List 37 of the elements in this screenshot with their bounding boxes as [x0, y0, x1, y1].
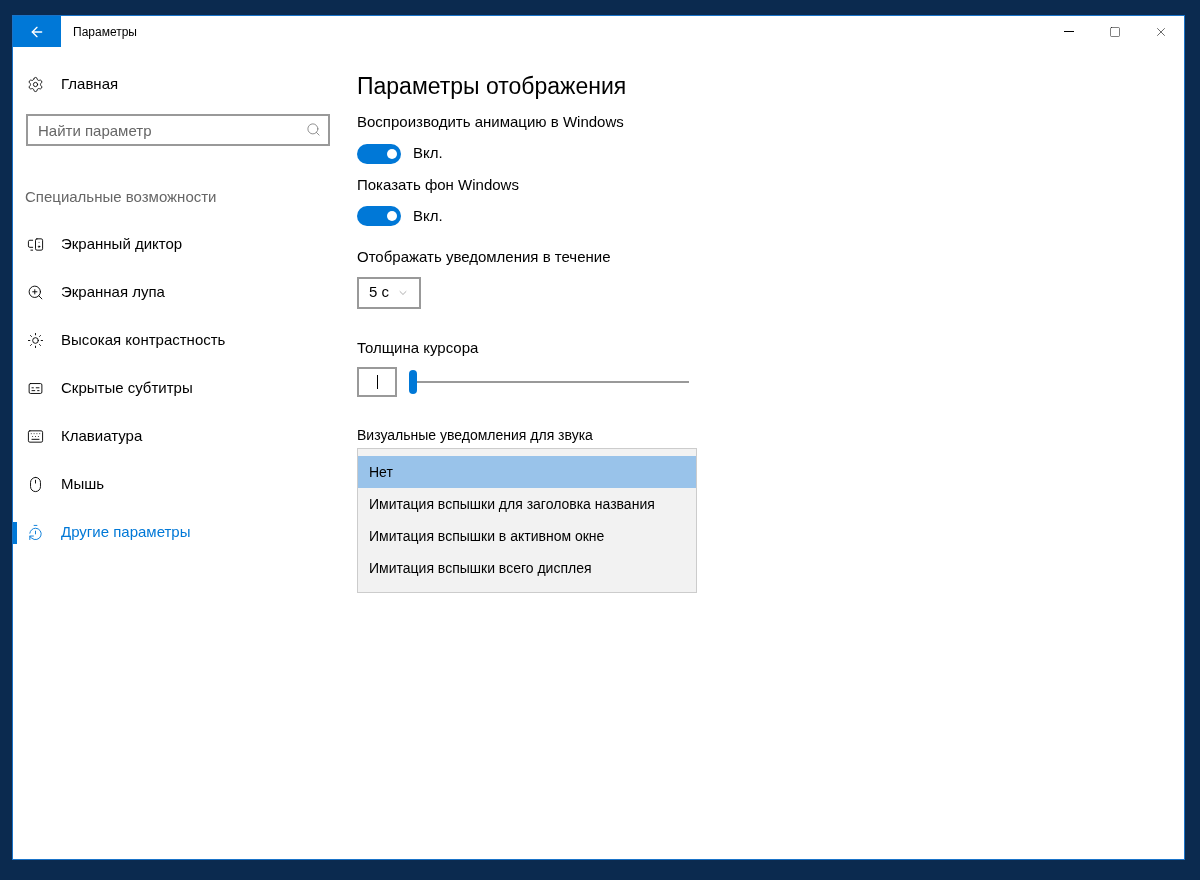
sidebar-item[interactable]: Клавиатура — [17, 425, 143, 448]
section-heading: Специальные возможности — [24, 187, 218, 207]
setting-label: Визуальные уведомления для звука — [357, 426, 594, 445]
search-field[interactable]: Найти параметр — [26, 114, 330, 146]
sidebar-item[interactable]: Экранная лупа — [17, 281, 165, 304]
toggle-switch[interactable] — [357, 143, 401, 164]
list-option[interactable]: Имитация вспышки в активном окне — [358, 520, 696, 552]
setting-label: Показать фон Windows — [357, 174, 520, 195]
toggle-state: Вкл. — [413, 205, 443, 226]
maximize-icon — [1109, 25, 1121, 38]
settings-icon — [27, 75, 44, 93]
toggle-switch[interactable] — [357, 206, 401, 226]
magnifier-icon — [27, 284, 44, 301]
list-option[interactable]: Имитация вспышки всего дисплея — [358, 552, 696, 584]
captions-icon — [27, 380, 44, 397]
cursor-preview — [357, 367, 397, 397]
home-nav-item[interactable]: Главная — [13, 67, 343, 101]
sidebar-item[interactable]: Экранный диктор — [17, 233, 183, 256]
toggle-state: Вкл. — [413, 143, 443, 164]
sidebar-item[interactable]: Скрытые субтитры — [17, 377, 193, 400]
setting-label: Толщина курсора — [357, 337, 480, 358]
duration-dropdown[interactable]: 5 с — [357, 276, 421, 309]
keyboard-icon — [27, 428, 44, 445]
slider-thumb[interactable] — [409, 370, 417, 394]
setting-label: Воспроизводить анимацию в Windows — [357, 112, 625, 132]
window-title: Параметры — [73, 23, 137, 41]
sidebar-item[interactable]: Другие параметры — [17, 521, 191, 544]
sidebar-item[interactable]: Высокая контрастность — [17, 329, 226, 352]
page-title: Параметры отображения — [357, 72, 628, 101]
minimize-icon — [1064, 31, 1074, 32]
setting-label: Отображать уведомления в течение — [357, 247, 612, 267]
search-icon — [306, 122, 321, 137]
list-option[interactable]: Имитация вспышки для заголовка названия — [358, 488, 696, 520]
back-button[interactable] — [13, 16, 61, 47]
list-option[interactable]: Нет — [358, 456, 696, 488]
mouse-icon — [27, 476, 44, 493]
sidebar-item[interactable]: Мышь — [17, 473, 105, 496]
